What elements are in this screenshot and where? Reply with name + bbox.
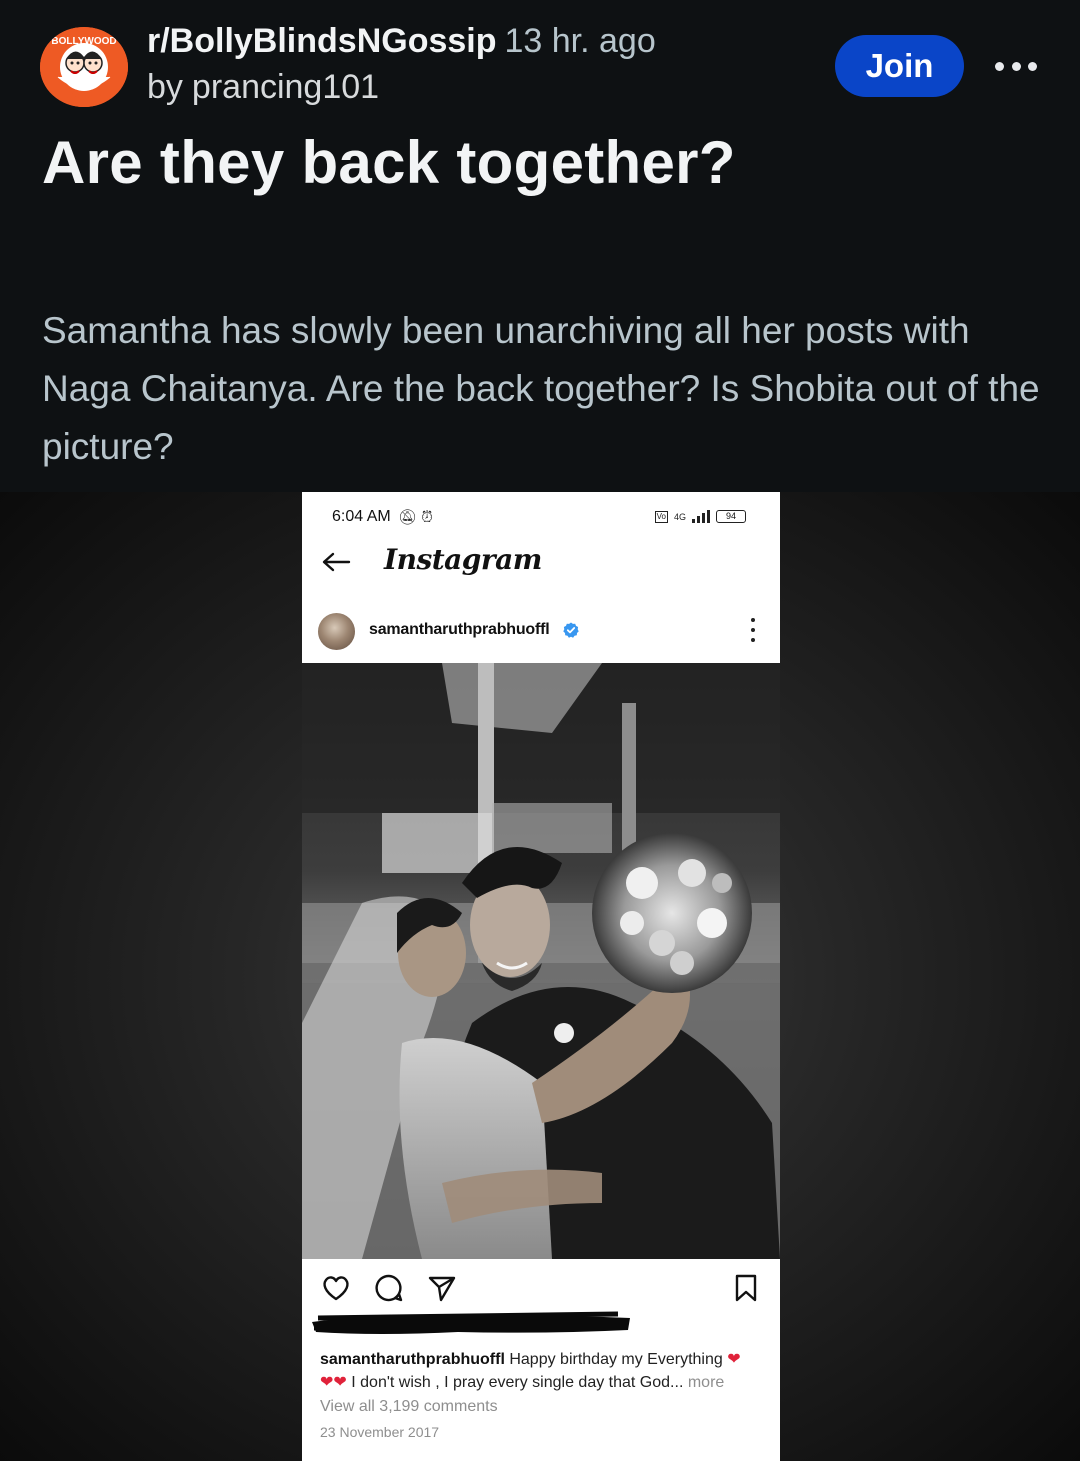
battery-icon: 94: [716, 510, 746, 523]
share-send-icon[interactable]: [426, 1272, 458, 1304]
caption-more-link[interactable]: more: [688, 1374, 724, 1391]
caption-text-line1: Happy birthday my Everything: [509, 1351, 723, 1368]
avatar[interactable]: [318, 613, 355, 650]
caption-ellipsis: ...: [670, 1374, 684, 1391]
bookmark-icon[interactable]: [730, 1272, 762, 1304]
wedding-photo[interactable]: [302, 663, 780, 1259]
network-type: 4G: [673, 511, 686, 522]
subreddit-name[interactable]: r/BollyBlindsNGossip: [147, 22, 497, 60]
comment-icon[interactable]: [373, 1272, 405, 1304]
verified-badge-icon: [563, 622, 579, 638]
battery-level: 94: [725, 511, 736, 521]
author-prefix: by: [147, 68, 183, 106]
back-arrow-icon[interactable]: [320, 550, 352, 574]
mute-alarm-icons: 🔕︎ ⏰︎: [398, 509, 433, 526]
redaction-scribble: [312, 1311, 630, 1334]
caption: samantharuthprabhuoffl Happy birthday my…: [320, 1348, 760, 1394]
instagram-screenshot: 6:04 AM 🔕︎ ⏰︎ Vo 4G 94 Instagram samanth…: [302, 492, 780, 1461]
caption-text-line2: I don't wish , I pray every single day t…: [351, 1374, 671, 1391]
signal-icon: [692, 510, 710, 523]
logo-text-top: BOLLYWOOD: [51, 36, 116, 47]
join-button[interactable]: Join: [835, 35, 964, 97]
bollywood-gossip-logo-icon: BOLLYWOOD GOSSIP: [40, 27, 128, 107]
post-actions: [302, 1272, 780, 1304]
caption-username[interactable]: samantharuthprabhuoffl: [320, 1351, 505, 1368]
instagram-logo: Instagram: [384, 543, 542, 576]
volte-icon: Vo: [654, 510, 668, 523]
post-date: 23 November 2017: [320, 1424, 440, 1440]
post-title: Are they back together?: [42, 129, 736, 196]
more-options-icon[interactable]: [995, 48, 1037, 84]
account-name[interactable]: samantharuthprabhuoffl: [369, 621, 550, 639]
status-right: Vo 4G 94: [654, 510, 746, 523]
heart-emoji-icon: ❤︎: [727, 1351, 741, 1368]
subreddit-line: r/BollyBlindsNGossip 13 hr. ago: [147, 22, 656, 61]
post-age: 13 hr. ago: [504, 22, 656, 60]
wedding-photo-image: [302, 663, 780, 1259]
logo-text-bottom: GOSSIP: [67, 91, 102, 101]
post-menu-icon[interactable]: [750, 618, 756, 642]
post-header: BOLLYWOOD GOSSIP r/BollyBlindsNGossip 13 …: [0, 0, 1080, 492]
view-comments-link[interactable]: View all 3,199 comments: [320, 1398, 498, 1416]
heart-emoji-icon: ❤︎❤︎: [320, 1374, 347, 1391]
author-line: by prancing101: [147, 68, 379, 107]
like-heart-icon[interactable]: [320, 1272, 352, 1304]
instagram-app-bar: Instagram: [302, 540, 780, 584]
post-media[interactable]: 6:04 AM 🔕︎ ⏰︎ Vo 4G 94 Instagram samanth…: [0, 492, 1080, 1461]
status-time: 6:04 AM: [332, 508, 391, 525]
post-body: Samantha has slowly been unarchiving all…: [42, 310, 1040, 467]
subreddit-avatar[interactable]: BOLLYWOOD GOSSIP: [40, 27, 128, 107]
author-name[interactable]: prancing101: [192, 68, 379, 106]
post-author-row: samantharuthprabhuoffl: [302, 610, 780, 652]
status-bar: 6:04 AM 🔕︎ ⏰︎ Vo 4G 94: [302, 506, 780, 532]
